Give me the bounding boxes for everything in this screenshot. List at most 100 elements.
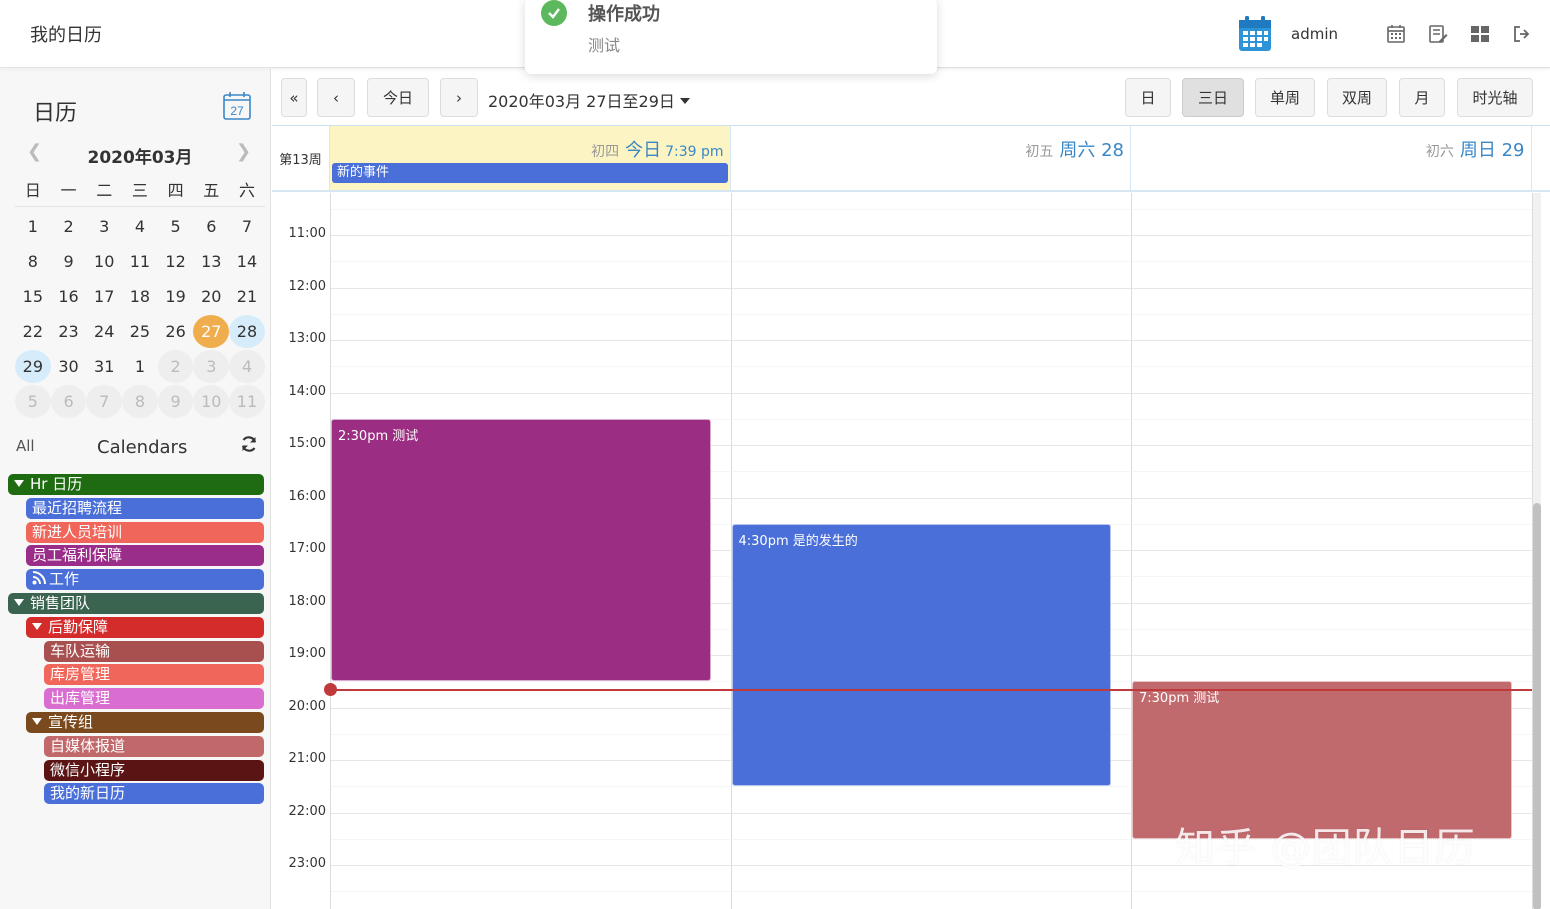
mini-day[interactable]: 20 [193, 280, 229, 313]
mini-prev-month-button[interactable]: ❮ [27, 141, 42, 162]
scrollbar-thumb[interactable] [1533, 503, 1541, 909]
calendar-item[interactable]: 微信小程序 [44, 759, 264, 781]
mini-day[interactable]: 1 [15, 210, 51, 243]
mini-day[interactable]: 17 [86, 280, 122, 313]
calendar-item[interactable]: 员工福利保障 [26, 545, 264, 567]
calendar-icon[interactable] [1386, 24, 1406, 44]
mini-day[interactable]: 7 [229, 210, 265, 243]
mini-day[interactable]: 4 [229, 350, 265, 383]
all-day-event[interactable]: 新的事件 [332, 163, 728, 183]
time-grid[interactable]: 11:00 12:00 13:00 14:00 15:00 16:00 17:00 18:00… [272, 193, 1550, 909]
mini-next-month-button[interactable]: ❯ [236, 141, 251, 162]
caret-down-icon[interactable] [32, 622, 42, 630]
mini-day[interactable]: 4 [122, 210, 158, 243]
mini-day[interactable]: 6 [193, 210, 229, 243]
mini-day[interactable]: 5 [15, 385, 51, 418]
view-button[interactable]: 双周 [1327, 78, 1387, 117]
calendar-item[interactable]: 销售团队 [8, 593, 264, 614]
calendars-header: All Calendars [0, 435, 271, 461]
date-range-dropdown[interactable]: 2020年03月 27日至29日 [488, 88, 690, 112]
day-header[interactable]: 初五 周六 28 [731, 126, 1131, 190]
grid-icon[interactable] [1470, 24, 1490, 44]
mini-day[interactable]: 2 [157, 350, 194, 383]
view-button[interactable]: 月 [1399, 78, 1445, 117]
mini-day[interactable]: 6 [50, 385, 87, 418]
day-header[interactable]: 初四 今日 7:39 pm 新的事件 [330, 126, 731, 190]
calendar-event[interactable]: 4:30pm 是的发生的 [731, 523, 1111, 787]
view-button[interactable]: 单周 [1255, 78, 1315, 117]
calendar-item[interactable]: 自媒体报道 [44, 735, 264, 757]
mini-day[interactable]: 11 [122, 245, 158, 278]
prev-button[interactable]: ‹ [317, 78, 355, 117]
calendar-item[interactable]: 最近招聘流程 [26, 497, 264, 519]
mini-day[interactable]: 3 [86, 210, 122, 243]
mini-day[interactable]: 1 [122, 350, 158, 383]
mini-day[interactable]: 22 [15, 315, 51, 348]
mini-day[interactable]: 15 [15, 280, 51, 313]
calendar-item[interactable]: 工作 [26, 569, 264, 591]
view-button[interactable]: 三日 [1182, 78, 1244, 117]
mini-day[interactable]: 23 [51, 315, 87, 348]
view-button[interactable]: 日 [1125, 78, 1171, 117]
mini-day[interactable]: 14 [229, 245, 265, 278]
mini-day[interactable]: 3 [193, 350, 230, 383]
calendar-item[interactable]: 我的新日历 [44, 783, 264, 805]
mini-day[interactable]: 21 [229, 280, 265, 313]
calendar-item[interactable]: 库房管理 [44, 664, 264, 686]
calendar-item[interactable]: 宣传组 [26, 712, 264, 733]
view-button[interactable]: 时光轴 [1457, 78, 1533, 117]
mini-day[interactable]: 19 [158, 280, 194, 313]
mini-day[interactable]: 7 [86, 385, 123, 418]
calendar-item[interactable]: 新进人员培训 [26, 521, 264, 543]
day-header-label: 初六 周日 29 [1426, 136, 1525, 162]
mini-day[interactable]: 29 [15, 350, 51, 383]
edit-list-icon[interactable] [1428, 24, 1448, 44]
day-header[interactable]: 初六 周日 29 [1131, 126, 1532, 190]
mini-day[interactable]: 30 [51, 350, 87, 383]
calendar-item[interactable]: Hr 日历 [8, 474, 264, 495]
mini-day[interactable]: 9 [157, 385, 194, 418]
today-button[interactable]: 今日 [367, 78, 429, 117]
mini-day[interactable]: 10 [193, 385, 230, 418]
mini-day[interactable]: 5 [158, 210, 194, 243]
mini-day[interactable]: 26 [158, 315, 194, 348]
app-title: 我的日历 [30, 25, 102, 46]
caret-down-icon[interactable] [32, 718, 42, 725]
refresh-icon[interactable] [240, 435, 258, 453]
next-button[interactable]: › [440, 78, 478, 117]
mini-day[interactable]: 25 [122, 315, 158, 348]
mini-day[interactable]: 24 [86, 315, 122, 348]
calendar-event[interactable]: 2:30pm 测试 [331, 418, 711, 682]
mini-week-row: 22 23 24 25 26 27 28 [15, 314, 265, 349]
calendar-item[interactable]: 出库管理 [44, 688, 264, 710]
calendar-item-label: 销售团队 [30, 594, 91, 612]
mini-day[interactable]: 31 [86, 350, 122, 383]
mini-day[interactable]: 28 [229, 315, 265, 348]
mini-day[interactable]: 18 [122, 280, 158, 313]
mini-day[interactable]: 8 [15, 245, 51, 278]
mini-day[interactable]: 11 [229, 385, 265, 418]
mini-day[interactable]: 8 [122, 385, 158, 418]
caret-down-icon[interactable] [14, 480, 24, 487]
calendars-all-toggle[interactable]: All [16, 437, 35, 455]
mini-day[interactable]: 13 [193, 245, 229, 278]
first-page-button[interactable]: « [281, 78, 307, 117]
calendar-item[interactable]: 后勤保障 [26, 616, 264, 638]
half-hour-line [330, 313, 1532, 315]
check-circle-icon [541, 0, 567, 26]
today-calendar-icon[interactable]: 27 [222, 91, 252, 121]
calendar-item-label: 自媒体报道 [50, 736, 126, 755]
mini-day[interactable]: 27 [193, 315, 230, 348]
mini-day[interactable]: 10 [86, 245, 122, 278]
logout-icon[interactable] [1512, 24, 1532, 44]
mini-day[interactable]: 12 [158, 245, 194, 278]
mini-weekday: 四 [167, 180, 184, 200]
mini-day[interactable]: 2 [51, 210, 87, 243]
mini-day[interactable]: 9 [51, 245, 87, 278]
username[interactable]: admin [1291, 25, 1338, 43]
calendar-item[interactable]: 车队运输 [44, 640, 264, 662]
mini-weekday-row: 日一二三四五六 [15, 171, 265, 207]
mini-day[interactable]: 16 [51, 280, 87, 313]
caret-down-icon[interactable] [14, 599, 24, 606]
watermark: 知乎 @团队日历 [1175, 825, 1476, 871]
